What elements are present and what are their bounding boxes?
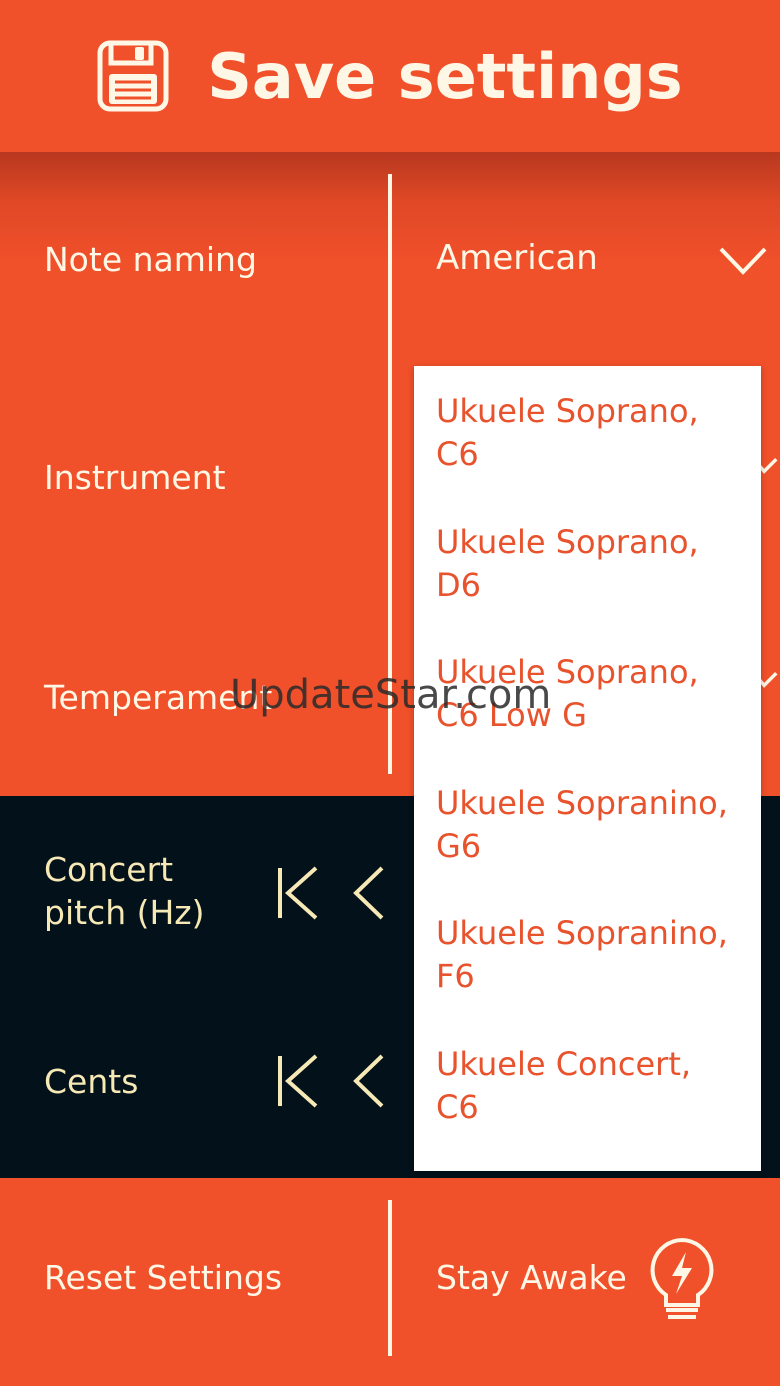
option-line2: C6: [436, 1088, 479, 1126]
dropdown-option[interactable]: Ukuele Soprano, D6: [436, 521, 751, 607]
reset-settings-button[interactable]: Reset Settings: [44, 1258, 282, 1297]
cents-label: Cents: [44, 1062, 139, 1101]
instrument-dropdown-list[interactable]: Ukuele Soprano, C6 Ukuele Soprano, D6 Uk…: [414, 366, 761, 1171]
option-line1: Ukuele Sopranino,: [436, 914, 728, 952]
dropdown-option[interactable]: Ukuele Concert, C6: [436, 1043, 751, 1129]
concert-pitch-label: Concert pitch (Hz): [44, 848, 205, 934]
step-back-icon[interactable]: [352, 1054, 386, 1108]
note-naming-label: Note naming: [44, 240, 257, 279]
lightbulb-icon[interactable]: [642, 1234, 722, 1324]
dropdown-option[interactable]: Ukuele Soprano, C6: [436, 390, 751, 476]
option-line2: C6: [436, 435, 479, 473]
column-divider: [388, 1200, 392, 1356]
instrument-label: Instrument: [44, 458, 226, 497]
option-line1: Ukuele Concert,: [436, 1045, 692, 1083]
floppy-disk-icon: [97, 40, 169, 112]
stay-awake-button[interactable]: Stay Awake: [436, 1258, 627, 1297]
note-naming-select[interactable]: American: [436, 238, 598, 278]
option-line2: F6: [436, 957, 475, 995]
option-line2: D6: [436, 566, 481, 604]
save-settings-header[interactable]: Save settings: [0, 0, 780, 152]
option-line1: Ukuele Soprano,: [436, 523, 699, 561]
option-line2: G6: [436, 827, 482, 865]
step-back-icon[interactable]: [352, 866, 386, 920]
skip-back-icon[interactable]: [276, 866, 320, 920]
footer-panel: Reset Settings Stay Awake: [0, 1178, 780, 1386]
concert-pitch-label-line1: Concert: [44, 850, 174, 889]
skip-back-icon[interactable]: [276, 1054, 320, 1108]
dropdown-option[interactable]: Ukuele Sopranino, G6: [436, 782, 751, 868]
page-title: Save settings: [207, 39, 683, 113]
option-line1: Ukuele Sopranino,: [436, 784, 728, 822]
chevron-down-icon[interactable]: [718, 246, 768, 276]
concert-pitch-label-line2: pitch (Hz): [44, 893, 205, 932]
dropdown-option[interactable]: Ukuele Sopranino, F6: [436, 912, 751, 998]
option-line1: Ukuele Soprano,: [436, 392, 699, 430]
watermark-text: UpdateStar.com: [230, 672, 552, 718]
